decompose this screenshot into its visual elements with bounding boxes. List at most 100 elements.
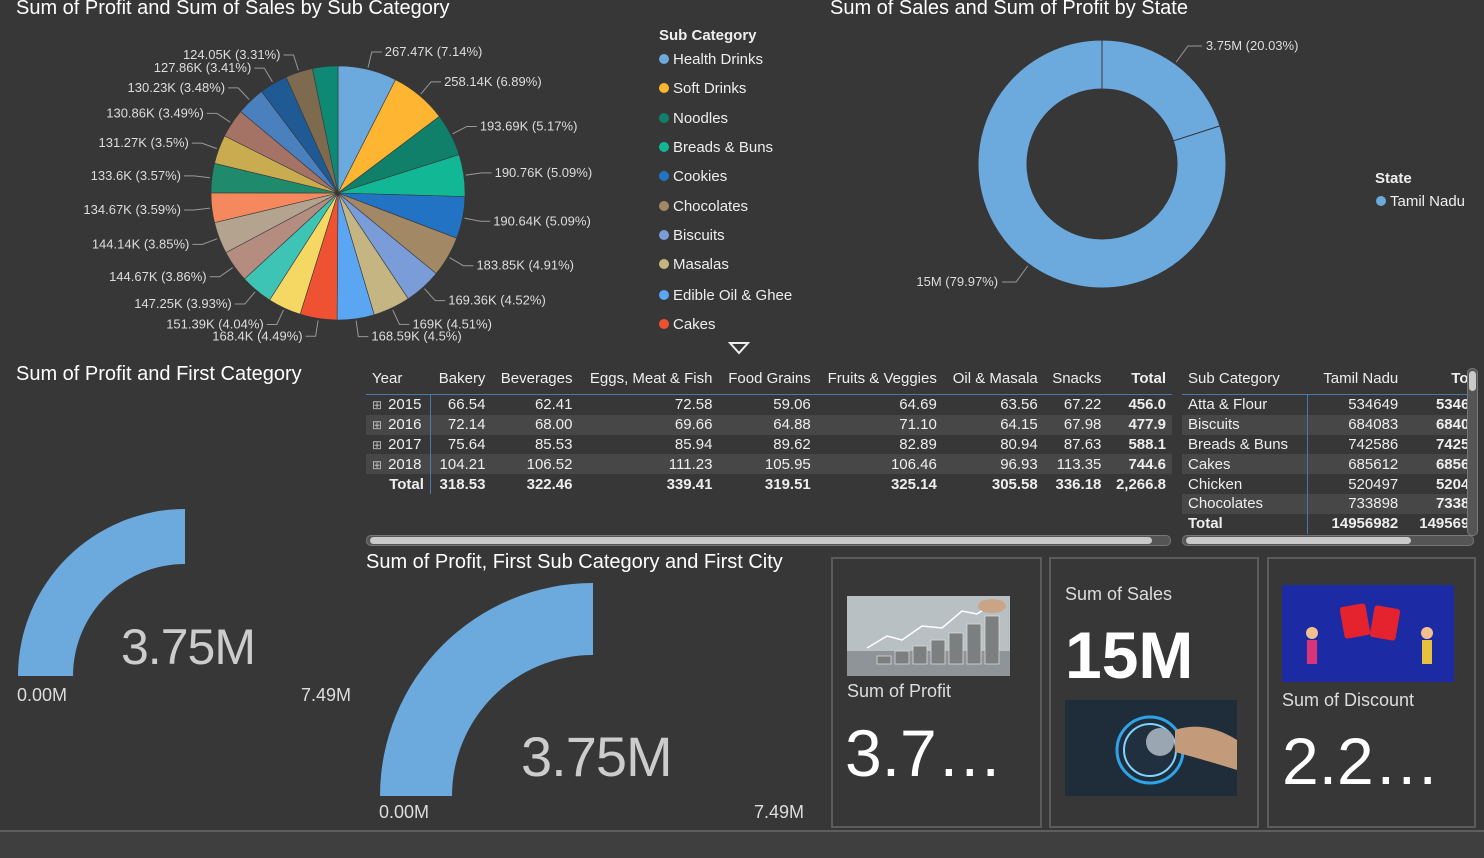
table-row[interactable]: ⊞ 2018 104.21 106.52 111.23 105.95 106.46 96.93… (366, 454, 1172, 475)
gauge2-title: Sum of Profit, First Sub Category and Fi… (366, 551, 783, 573)
table-cell: 59.06 (718, 393, 817, 415)
table-cell: 742586 (1348, 435, 1399, 453)
pie-legend-item[interactable]: Cookies (659, 168, 727, 185)
table-cell: 111.23 (578, 454, 719, 475)
table-row[interactable]: Atta & Flour534649534649 (1182, 393, 1470, 415)
table-row[interactable]: Chocolates733898733898 (1182, 493, 1470, 514)
matrix-column-header[interactable]: Beverages (491, 362, 578, 395)
pie-data-label: 133.6K (3.57%) (91, 168, 181, 183)
pie-leader-line (266, 309, 284, 325)
gauge1-title: Sum of Profit and First Category (16, 363, 302, 385)
table-cell: 685612 (1307, 454, 1405, 475)
pie-legend-item[interactable]: Masalas (659, 256, 729, 273)
pie-data-label: 147.25K (3.93%) (134, 296, 232, 311)
donut-legend-item[interactable]: Tamil Nadu (1376, 193, 1465, 210)
matrix-column-header[interactable]: Fruits & Veggies (817, 362, 943, 395)
pie-data-label: 151.39K (4.04%) (166, 316, 264, 331)
gauge1-value: 3.75M (121, 619, 256, 675)
pie-legend-label: Soft Drinks (673, 80, 747, 97)
matrix1-horizontal-scrollbar[interactable] (366, 535, 1171, 546)
table-cell: 75.64 (447, 435, 486, 453)
discount-card[interactable]: Sum of Discount 2.2… (1267, 557, 1476, 828)
year-category-matrix[interactable]: Year Bakery Beverages Eggs, Meat & Fish Food… (366, 362, 1172, 547)
pie-legend-item[interactable]: Health Drinks (659, 51, 763, 68)
legend-dot-icon (659, 230, 669, 240)
expand-icon[interactable]: ⊞ (372, 418, 382, 432)
expand-icon[interactable]: ⊞ (372, 438, 382, 452)
legend-dot-icon (659, 142, 669, 152)
pie-legend-item[interactable]: Noodles (659, 110, 728, 127)
row-header-cell: Breads & Buns (1182, 434, 1308, 455)
pie-data-label: 168.59K (4.5%) (371, 329, 461, 344)
sales-card[interactable]: Sum of Sales 15M (1049, 557, 1259, 828)
legend-scroll-down-icon[interactable] (728, 341, 750, 355)
sub-category-pie-chart[interactable]: 267.47K (7.14%) 258.14K (6.89%) 193.69K (5… (0, 0, 640, 350)
table-cell: 685612 (1404, 454, 1470, 475)
pie-data-label: 144.67K (3.86%) (109, 269, 207, 284)
table-cell: 85.53 (534, 435, 573, 453)
pie-legend-label: Health Drinks (673, 51, 764, 68)
donut-slice[interactable] (1101, 40, 1221, 142)
matrix2-scroll-thumb[interactable] (1186, 537, 1411, 544)
table-cell: 477.9 (1107, 414, 1172, 435)
total-cell: 318.53 (439, 475, 486, 493)
legend-dot-icon (659, 54, 669, 64)
legend-dot-icon (1376, 196, 1386, 206)
matrix-column-header[interactable]: Total (1404, 362, 1470, 395)
donut-leader-line (1175, 45, 1202, 63)
table-row[interactable]: Cakes685612685612 (1182, 454, 1470, 475)
table-cell: 684083 (1404, 414, 1470, 435)
table-row[interactable]: ⊞ 2015 66.54 62.41 72.58 59.06 64.69 63.56 67.22… (366, 393, 1172, 415)
expand-icon[interactable]: ⊞ (372, 458, 382, 472)
matrix-column-header[interactable]: Snacks (1044, 362, 1108, 395)
sales-dial-image (1065, 700, 1237, 796)
table-row[interactable]: Breads & Buns 742586 742586 (1182, 434, 1470, 455)
matrix-column-header[interactable]: Tamil Nadu (1307, 362, 1404, 395)
table-row[interactable]: Chicken 520497 520497 (1182, 474, 1470, 494)
matrix2-horizontal-scrollbar[interactable] (1182, 535, 1474, 546)
table-cell: 68.00 (491, 414, 579, 435)
matrix-column-header[interactable]: Food Grains (718, 362, 816, 395)
pie-data-label: 127.86K (3.41%) (154, 60, 252, 75)
table-cell: 588.1 (1128, 435, 1166, 453)
pie-legend-item[interactable]: Breads & Buns (659, 139, 773, 156)
table-row[interactable]: ⊞ 2017 75.64 85.53 85.94 89.62 82.89 80.94 87.63… (366, 434, 1172, 455)
profit-card[interactable]: Sum of Profit 3.7… (831, 557, 1042, 828)
matrix2-vertical-scrollbar[interactable] (1467, 368, 1478, 536)
discount-card-value: 2.2… (1282, 724, 1440, 798)
table-row[interactable]: Biscuits684083684083 (1182, 414, 1470, 435)
pie-leader-line (355, 320, 369, 338)
table-row[interactable]: ⊞ 2016 72.14 68.00 69.66 64.88 71.10 64.15 67.98… (366, 414, 1172, 435)
subcategory-state-matrix[interactable]: Sub CategoryTamil NaduTotal Atta & Flour… (1182, 362, 1470, 534)
pie-leader-line (464, 217, 491, 222)
matrix-header-row: Year Bakery Beverages Eggs, Meat & Fish Food… (366, 362, 1172, 395)
pie-legend-item[interactable]: Soft Drinks (659, 80, 746, 97)
table-cell: 64.69 (816, 393, 943, 415)
total-cell: 14956982 (1331, 515, 1399, 533)
matrix-column-header[interactable]: Sub Category (1182, 362, 1307, 395)
matrix2-vertical-thumb[interactable] (1469, 371, 1476, 391)
legend-dot-icon (659, 290, 669, 300)
matrix-column-header[interactable]: Oil & Masala (943, 362, 1044, 395)
pie-legend-label: Edible Oil & Ghee (673, 287, 793, 304)
donut-chart-title: Sum of Sales and Sum of Profit by State (830, 0, 1188, 19)
pie-legend-item[interactable]: Biscuits (659, 227, 725, 244)
pie-legend-item[interactable]: Cakes (659, 316, 716, 333)
matrix1-scroll-thumb[interactable] (370, 537, 1152, 544)
matrix-column-header[interactable]: Year (366, 362, 430, 395)
table-cell: 733898 (1404, 493, 1470, 514)
matrix-column-header[interactable]: Eggs, Meat & Fish (579, 362, 719, 395)
pie-legend-label: Masalas (673, 256, 729, 273)
pie-leader-line (283, 54, 299, 71)
legend-dot-icon (659, 113, 669, 123)
matrix-column-header[interactable]: Bakery (430, 362, 491, 395)
expand-icon[interactable]: ⊞ (372, 398, 382, 412)
state-donut-chart[interactable]: 3.75M (20.03%) 15M (79.97%) (880, 40, 1320, 340)
legend-dot-icon (659, 201, 669, 211)
gauge1-min: 0.00M (17, 685, 68, 705)
gauge2-min: 0.00M (379, 802, 430, 822)
pie-legend-item[interactable]: Edible Oil & Ghee (659, 287, 792, 304)
matrix-column-header[interactable]: Total (1107, 362, 1172, 395)
total-cell: 2,266.8 (1115, 475, 1166, 493)
pie-legend-item[interactable]: Chocolates (659, 198, 748, 215)
